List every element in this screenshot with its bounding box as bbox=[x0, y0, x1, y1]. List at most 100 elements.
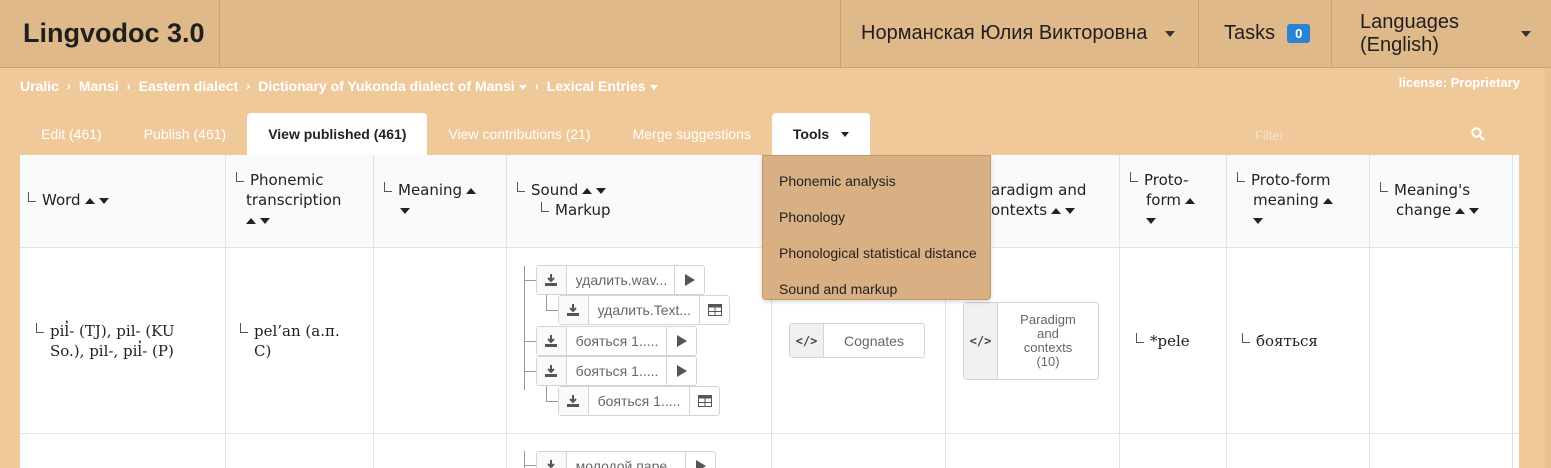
download-icon[interactable] bbox=[537, 266, 567, 294]
download-icon[interactable] bbox=[537, 452, 567, 468]
sound-filename[interactable]: молодой парe... bbox=[567, 452, 686, 468]
tree-corner-icon bbox=[1242, 333, 1250, 343]
paradigm-button[interactable]: </> Paradigm and contexts (10) bbox=[963, 302, 1099, 380]
sound-filename[interactable]: бояться 1..... bbox=[567, 357, 667, 385]
tree-corner-icon bbox=[541, 202, 549, 212]
table-icon[interactable] bbox=[699, 296, 729, 324]
protomeaning-text: бояться bbox=[1256, 332, 1318, 350]
breadcrumb-item-dialect[interactable]: Eastern dialect bbox=[139, 78, 239, 94]
header-proto-meaning[interactable]: Proto-form meaning bbox=[1237, 170, 1333, 230]
breadcrumb-item-dictionary[interactable]: Dictionary of Yukonda dialect of Mansi bbox=[258, 78, 527, 94]
sort-down-icon[interactable] bbox=[1146, 217, 1156, 224]
filter-input[interactable] bbox=[1255, 127, 1455, 143]
tree-corner-icon bbox=[1130, 172, 1138, 182]
header-meaning-label: Meaning bbox=[398, 181, 463, 199]
header-protomeaning-label-2: meaning bbox=[1253, 191, 1319, 209]
tab-view-published[interactable]: View published (461) bbox=[247, 113, 428, 155]
menu-item-phonological-distance[interactable]: Phonological statistical distance bbox=[763, 235, 990, 271]
sort-arrows-icon[interactable] bbox=[582, 180, 607, 200]
tree-corner-icon bbox=[28, 192, 36, 202]
play-icon[interactable] bbox=[685, 452, 715, 468]
sort-up-icon[interactable] bbox=[1184, 190, 1195, 210]
download-icon[interactable] bbox=[559, 296, 589, 324]
header-sound-label: Sound bbox=[531, 181, 579, 199]
header-paradigm-label-2: ontexts bbox=[991, 201, 1048, 219]
tab-merge-suggestions[interactable]: Merge suggestions bbox=[612, 113, 772, 155]
menu-item-sound-and-markup[interactable]: Sound and markup bbox=[763, 271, 990, 307]
tab-edit[interactable]: Edit (461) bbox=[20, 113, 123, 155]
filter-box bbox=[1255, 124, 1495, 146]
tasks-menu[interactable]: Tasks 0 bbox=[1198, 0, 1331, 67]
menu-item-phonemic-analysis[interactable]: Phonemic analysis bbox=[763, 163, 990, 199]
tools-dropdown-menu: Phonemic analysis Phonology Phonological… bbox=[762, 155, 991, 300]
header-protoform-label-2: form bbox=[1146, 191, 1181, 209]
sort-up-icon[interactable] bbox=[1322, 190, 1333, 210]
cognates-label: Cognates bbox=[844, 332, 904, 349]
play-icon[interactable] bbox=[666, 327, 696, 355]
sound-filename[interactable]: бояться 1..... bbox=[567, 327, 667, 355]
sound-item: молодой парe... bbox=[536, 451, 716, 468]
tab-view-contributions[interactable]: View contributions (21) bbox=[427, 113, 611, 155]
user-name: Норманская Юлия Викторовна bbox=[861, 22, 1148, 44]
header-meaning[interactable]: Meaning bbox=[384, 180, 477, 220]
code-icon: </> bbox=[790, 324, 824, 357]
header-meaning-change[interactable]: Meaning's change bbox=[1380, 180, 1480, 220]
sort-up-icon[interactable] bbox=[466, 180, 477, 200]
tools-label: Tools bbox=[792, 126, 830, 142]
sort-down-icon[interactable] bbox=[1253, 217, 1263, 224]
tab-publish[interactable]: Publish (461) bbox=[123, 113, 248, 155]
sort-arrows-icon[interactable] bbox=[246, 210, 270, 230]
chevron-down-icon bbox=[1521, 30, 1531, 37]
sort-arrows-icon[interactable] bbox=[84, 190, 109, 210]
sound-filename[interactable]: удалить.wav... bbox=[567, 266, 675, 294]
sort-arrows-icon[interactable] bbox=[1051, 200, 1076, 220]
tab-tools[interactable]: Tools bbox=[771, 113, 871, 155]
app-title[interactable]: Lingvodoc 3.0 bbox=[0, 0, 220, 67]
download-icon[interactable] bbox=[559, 387, 589, 415]
search-icon[interactable] bbox=[1471, 127, 1485, 141]
languages-label: Languages (English) bbox=[1360, 10, 1459, 56]
breadcrumb-item-lexical-entries[interactable]: Lexical Entries bbox=[547, 78, 658, 94]
tree-corner-icon bbox=[1136, 333, 1144, 343]
header-protoform[interactable]: Proto- form bbox=[1130, 170, 1195, 230]
header-sound[interactable]: Sound Markup bbox=[517, 180, 611, 220]
header-word[interactable]: Word bbox=[28, 190, 109, 210]
markup-filename[interactable]: удалить.Text... bbox=[589, 296, 700, 324]
header-phonemic[interactable]: Phonemic transcription bbox=[236, 170, 341, 230]
header-paradigm[interactable]: aradigm and ontexts bbox=[991, 180, 1086, 220]
header-protomeaning-label-1: Proto-form bbox=[1251, 171, 1331, 189]
cell-proto-meaning: бояться bbox=[1242, 331, 1318, 351]
breadcrumb-item-uralic[interactable]: Uralic bbox=[20, 78, 59, 94]
caret-down-icon bbox=[518, 84, 527, 90]
download-icon[interactable] bbox=[537, 357, 567, 385]
tree-line bbox=[546, 401, 558, 402]
play-icon[interactable] bbox=[666, 357, 696, 385]
download-icon[interactable] bbox=[537, 327, 567, 355]
breadcrumb: Uralic › Mansi › Eastern dialect › Dicti… bbox=[20, 78, 658, 94]
sort-down-icon[interactable] bbox=[400, 207, 410, 214]
navbar-spacer bbox=[220, 0, 840, 67]
cognates-button[interactable]: </> Cognates bbox=[789, 323, 925, 358]
tree-line bbox=[524, 341, 536, 342]
breadcrumb-item-mansi[interactable]: Mansi bbox=[79, 78, 119, 94]
markup-filename[interactable]: бояться 1..... bbox=[589, 387, 690, 415]
tree-line bbox=[524, 465, 536, 466]
tasks-label: Tasks bbox=[1224, 22, 1276, 44]
sound-item: бояться 1..... bbox=[536, 326, 697, 356]
menu-item-phonology[interactable]: Phonology bbox=[763, 199, 990, 235]
tree-corner-icon bbox=[384, 182, 392, 192]
languages-menu[interactable]: Languages (English) bbox=[1331, 0, 1551, 67]
play-icon[interactable] bbox=[674, 266, 704, 294]
tree-line bbox=[524, 371, 536, 372]
tree-corner-icon bbox=[1380, 182, 1388, 192]
header-phonemic-label-1: Phonemic bbox=[250, 171, 324, 189]
tab-bar: Edit (461) Publish (461) View published … bbox=[20, 113, 871, 155]
table-icon[interactable] bbox=[689, 387, 719, 415]
tasks-count-badge: 0 bbox=[1287, 24, 1311, 43]
tree-line bbox=[546, 310, 558, 311]
user-menu[interactable]: Норманская Юлия Викторовна bbox=[840, 0, 1198, 67]
sound-item: удалить.wav... bbox=[536, 265, 705, 295]
page-scrollbar[interactable] bbox=[1545, 68, 1551, 468]
cell-phonemic: pel’an (а.п. С) bbox=[240, 321, 340, 361]
sort-arrows-icon[interactable] bbox=[1455, 200, 1480, 220]
